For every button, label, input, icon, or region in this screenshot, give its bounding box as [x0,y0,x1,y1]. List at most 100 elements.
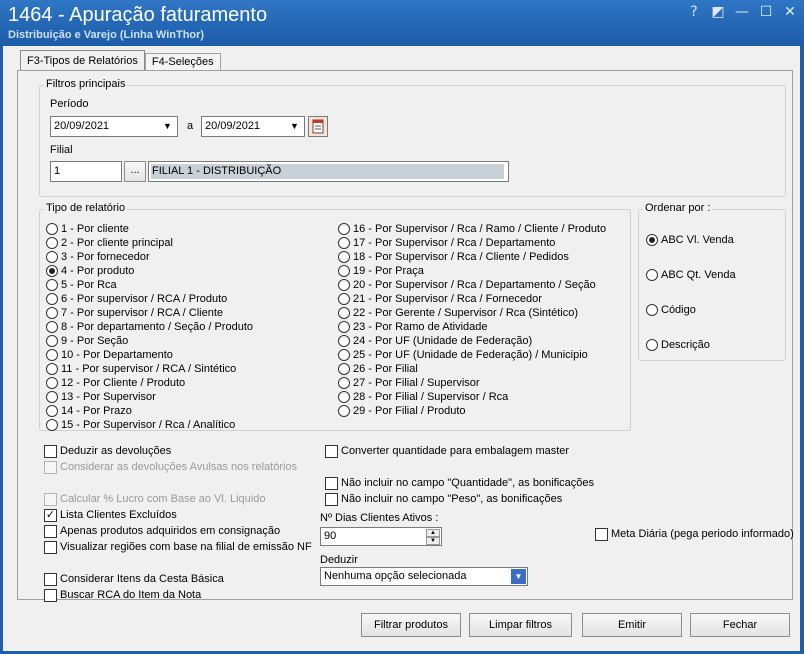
radio-circle[interactable] [338,223,350,235]
radio-option[interactable]: 25 - Por UF (Unidade de Federação) / Mun… [338,348,588,362]
option-checkbox[interactable]: Buscar RCA do Item da Nota [44,588,201,602]
radio-circle[interactable] [46,377,58,389]
spin-down-icon[interactable]: ▼ [426,537,440,545]
radio-option[interactable]: 6 - Por supervisor / RCA / Produto [46,292,227,306]
chevron-down-icon[interactable]: ▼ [287,119,302,134]
radio-circle[interactable] [338,321,350,333]
checkbox-box[interactable]: ✓ [44,508,57,522]
option-checkbox[interactable]: Apenas produtos adquiridos em consignaçã… [44,524,280,538]
radio-circle[interactable] [338,335,350,347]
option-checkbox[interactable]: Considerar Itens da Cesta Básica [44,572,224,586]
tab-tipos-relatorios[interactable]: F3-Tipos de Relatórios [20,50,145,71]
radio-option[interactable]: 10 - Por Departamento [46,348,173,362]
radio-circle[interactable] [46,335,58,347]
checkbox-box[interactable] [325,444,338,458]
radio-circle[interactable] [338,405,350,417]
spin-up-icon[interactable]: ▲ [426,529,440,537]
radio-option[interactable]: 17 - Por Supervisor / Rca / Departamento [338,236,555,250]
filial-code-input[interactable]: 1 [50,161,122,182]
radio-circle[interactable] [646,339,658,351]
radio-option[interactable]: 2 - Por cliente principal [46,236,173,250]
checkbox-box[interactable] [44,540,57,554]
checkbox-box[interactable] [44,524,57,538]
date-to-combo[interactable]: 20/09/2021 ▼ [201,116,305,137]
checkbox-box[interactable] [44,572,57,586]
dias-clientes-spinner[interactable]: 90 ▲ ▼ [320,527,442,546]
option-checkbox[interactable]: Deduzir as devoluções [44,444,171,458]
radio-option[interactable]: 9 - Por Seção [46,334,128,348]
radio-option[interactable]: 29 - Por Filial / Produto [338,404,466,418]
filial-browse-button[interactable]: ... [124,161,146,182]
radio-circle[interactable] [338,391,350,403]
date-from-combo[interactable]: 20/09/2021 ▼ [50,116,178,137]
meta-diaria-checkbox[interactable]: Meta Diária (pega periodo informado) [595,527,794,541]
radio-option[interactable]: 18 - Por Supervisor / Rca / Cliente / Pe… [338,250,569,264]
radio-option[interactable]: 19 - Por Praça [338,264,424,278]
radio-option[interactable]: 14 - Por Prazo [46,404,132,418]
radio-option[interactable]: 24 - Por UF (Unidade de Federação) [338,334,532,348]
meta-diaria-box[interactable] [595,527,608,541]
radio-circle[interactable] [338,251,350,263]
radio-circle[interactable] [46,321,58,333]
chevron-down-icon[interactable]: ▼ [511,569,526,584]
radio-circle[interactable] [338,377,350,389]
radio-option[interactable]: 5 - Por Rca [46,278,117,292]
radio-circle[interactable] [46,237,58,249]
checkbox-box[interactable] [44,444,57,458]
radio-option[interactable]: 27 - Por Filial / Supervisor [338,376,480,390]
filtrar-produtos-button[interactable]: Filtrar produtos [361,613,461,637]
radio-circle[interactable] [46,363,58,375]
radio-option[interactable]: 20 - Por Supervisor / Rca / Departamento… [338,278,596,292]
radio-option[interactable]: 28 - Por Filial / Supervisor / Rca [338,390,508,404]
radio-circle[interactable] [46,251,58,263]
radio-option[interactable]: 23 - Por Ramo de Atividade [338,320,488,334]
radio-circle[interactable] [646,304,658,316]
radio-circle[interactable] [646,234,658,246]
checkbox-box[interactable] [325,476,338,490]
maximize-icon[interactable]: ☐ [758,4,774,20]
chevron-down-icon[interactable]: ▼ [160,119,175,134]
radio-circle[interactable] [338,307,350,319]
radio-option[interactable]: 3 - Por fornecedor [46,250,150,264]
calendar-icon[interactable] [308,116,328,137]
radio-circle[interactable] [46,265,58,277]
radio-circle[interactable] [46,391,58,403]
radio-circle[interactable] [46,405,58,417]
radio-option[interactable]: 8 - Por departamento / Seção / Produto [46,320,253,334]
radio-circle[interactable] [46,307,58,319]
radio-circle[interactable] [46,419,58,431]
radio-option[interactable]: 4 - Por produto [46,264,134,278]
radio-option[interactable]: 13 - Por Supervisor [46,390,156,404]
radio-option[interactable]: 11 - Por supervisor / RCA / Sintético [46,362,236,376]
restore-layout-icon[interactable]: ◩ [710,4,726,20]
radio-circle[interactable] [46,349,58,361]
checkbox-box[interactable] [325,492,338,506]
radio-circle[interactable] [46,223,58,235]
option-checkbox[interactable]: Visualizar regiões com base na filial de… [44,540,312,554]
radio-option[interactable]: 21 - Por Supervisor / Rca / Fornecedor [338,292,542,306]
radio-circle[interactable] [338,293,350,305]
minimize-icon[interactable]: — [734,4,750,20]
radio-circle[interactable] [646,269,658,281]
radio-circle[interactable] [338,237,350,249]
radio-circle[interactable] [46,279,58,291]
tab-selecoes[interactable]: F4-Seleções [144,53,221,71]
radio-circle[interactable] [338,265,350,277]
option-checkbox[interactable]: Não incluir no campo "Quantidade", as bo… [325,476,594,490]
deduzir-combo[interactable]: Nenhuma opção selecionada ▼ [320,567,528,586]
radio-circle[interactable] [46,293,58,305]
radio-option[interactable]: 1 - Por cliente [46,222,129,236]
radio-option[interactable]: ABC Vl. Venda [646,233,734,247]
radio-option[interactable]: 15 - Por Supervisor / Rca / Analítico [46,418,235,432]
radio-option[interactable]: 16 - Por Supervisor / Rca / Ramo / Clien… [338,222,606,236]
radio-option[interactable]: ABC Qt. Venda [646,268,736,282]
help-icon[interactable]: ? [686,4,702,20]
fechar-button[interactable]: Fechar [690,613,790,637]
radio-option[interactable]: 12 - Por Cliente / Produto [46,376,185,390]
checkbox-box[interactable] [44,588,57,602]
radio-circle[interactable] [338,349,350,361]
option-checkbox[interactable]: Não incluir no campo "Peso", as bonifica… [325,492,562,506]
emitir-button[interactable]: Emitir [582,613,682,637]
radio-option[interactable]: Código [646,303,696,317]
radio-option[interactable]: 22 - Por Gerente / Supervisor / Rca (Sin… [338,306,578,320]
